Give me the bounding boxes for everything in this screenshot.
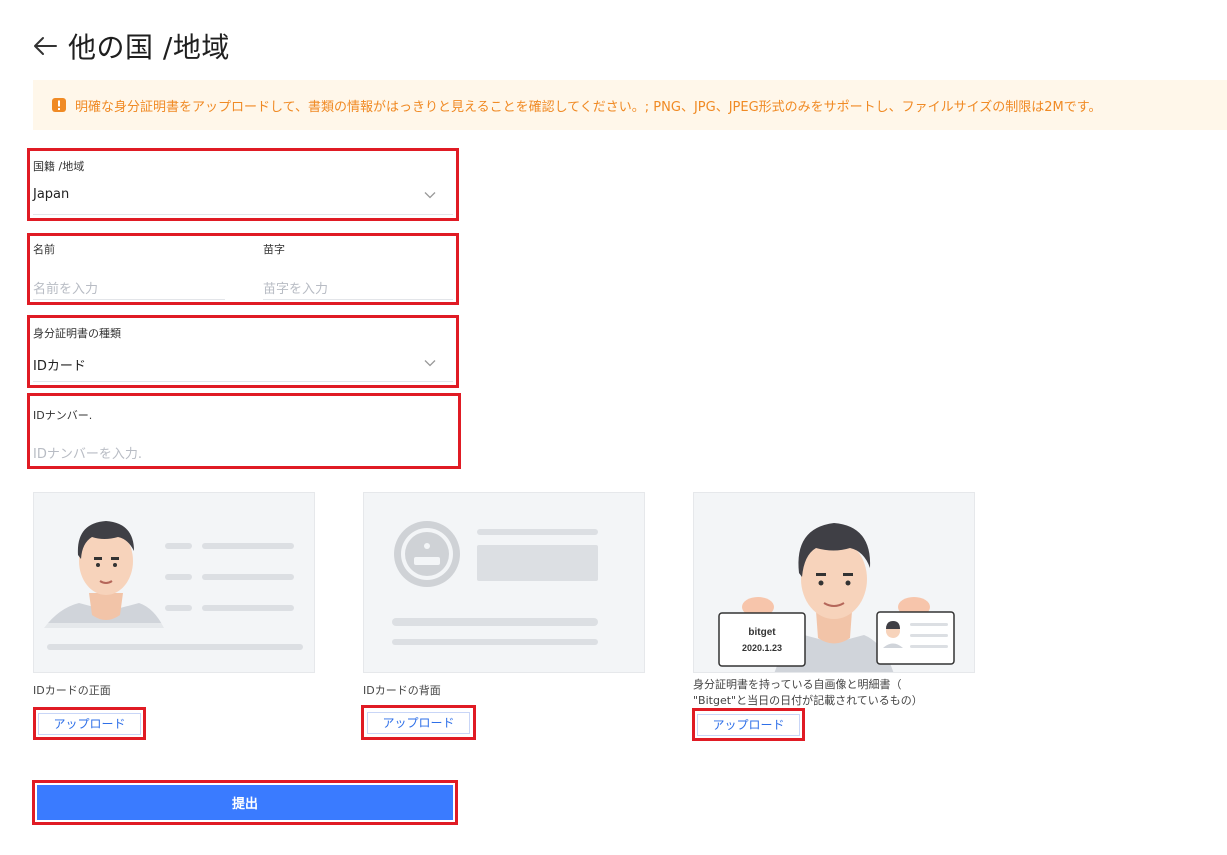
page-title: 他の国 /地域: [68, 31, 230, 64]
warning-icon: [52, 98, 66, 112]
id-type-value: IDカード: [33, 359, 86, 374]
first-name-label: 名前: [33, 243, 55, 256]
upload-back-label: アップロード: [367, 711, 470, 734]
id-number-input[interactable]: IDナンバーを入力.: [33, 443, 142, 462]
selfie-example-image: bitget 2020.1.23: [693, 492, 975, 673]
id-type-select[interactable]: 身分証明書の種類 IDカード: [27, 315, 459, 388]
id-back-example-image: [363, 492, 645, 673]
upload-selfie-button[interactable]: アップロード: [692, 708, 805, 741]
upload-front-button[interactable]: アップロード: [33, 707, 146, 740]
id-front-example-image: [33, 492, 315, 673]
divider: [33, 299, 225, 300]
divider: [33, 381, 453, 382]
id-number-label: IDナンバー.: [33, 409, 93, 422]
notice-text: 明確な身分証明書をアップロードして、書類の情報がはっきりと見えることを確認してく…: [75, 99, 1102, 115]
id-front-illustration: [34, 521, 314, 672]
last-name-input[interactable]: 苗字を入力: [263, 278, 328, 297]
submit-button-wrapper: 提出: [32, 780, 458, 825]
sign-date-text: 2020.1.23: [742, 643, 782, 653]
last-name-label: 苗字: [263, 243, 285, 256]
upload-back-button[interactable]: アップロード: [361, 705, 476, 740]
upload-selfie-label: アップロード: [697, 713, 800, 736]
divider: [263, 299, 453, 300]
id-back-caption: IDカードの背面: [363, 684, 441, 697]
chevron-down-icon[interactable]: [424, 359, 436, 367]
id-back-illustration: [392, 521, 598, 645]
submit-button[interactable]: 提出: [37, 785, 453, 820]
selfie-illustration: bitget 2020.1.23: [718, 523, 955, 672]
page-header: 他の国 /地域: [32, 26, 230, 66]
selfie-caption: 身分証明書を持っている自画像と明細書（ "Bitget"と当日の日付が記載されて…: [693, 677, 923, 709]
notice-banner: 明確な身分証明書をアップロードして、書類の情報がはっきりと見えることを確認してく…: [33, 80, 1227, 130]
id-front-caption: IDカードの正面: [33, 684, 111, 697]
sign-brand-text: bitget: [748, 627, 776, 638]
id-number-field: IDナンバー. IDナンバーを入力.: [27, 393, 461, 469]
nationality-select[interactable]: 国籍 /地域 Japan: [27, 148, 459, 221]
divider: [33, 214, 453, 215]
nationality-value: Japan: [33, 187, 70, 202]
selfie-caption-line1: 身分証明書を持っている自画像と明細書（: [693, 678, 902, 691]
selfie-caption-line2: "Bitget"と当日の日付が記載されているもの）: [693, 694, 923, 707]
id-type-label: 身分証明書の種類: [33, 327, 121, 340]
name-fields: 名前 名前を入力 苗字 苗字を入力: [27, 233, 459, 305]
upload-front-label: アップロード: [38, 712, 141, 735]
arrow-left-icon[interactable]: [32, 35, 58, 57]
nationality-label: 国籍 /地域: [33, 160, 85, 173]
first-name-input[interactable]: 名前を入力: [33, 278, 98, 297]
chevron-down-icon[interactable]: [424, 191, 436, 199]
